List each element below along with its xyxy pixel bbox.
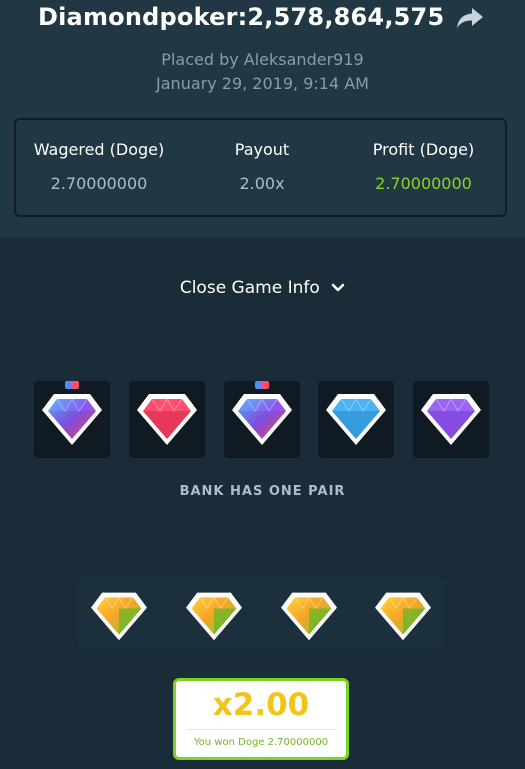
payout-multiplier: x2.00 [212, 687, 310, 723]
blue-purple-red-gem-icon [232, 394, 292, 445]
win-message: You won Doge 2.70000000 [193, 737, 329, 748]
stat-profit: Profit (Doge) 2.70000000 [342, 120, 505, 215]
stat-label: Wagered (Doge) [33, 140, 165, 159]
yellow-green-gem-icon [89, 588, 149, 648]
stat-payout: Payout 2.00x [182, 120, 342, 215]
bank-card [413, 381, 489, 458]
divider [186, 729, 336, 730]
yellow-green-gem-icon [279, 588, 339, 648]
stat-value: 2.00x [239, 174, 285, 193]
close-game-info-label: Close Game Info [179, 278, 320, 298]
yellow-green-gem-icon [184, 588, 244, 648]
bet-date: January 29, 2019, 9:14 AM [156, 74, 369, 93]
pair-marker [65, 381, 79, 389]
bank-card [129, 381, 205, 458]
bet-stats-box: Wagered (Doge) 2.70000000 Payout 2.00x P… [14, 118, 507, 217]
game-title: Diamondpoker:2,578,864,575 [38, 3, 445, 31]
close-game-info-button[interactable]: Close Game Info [0, 278, 525, 298]
bank-result-text: BANK HAS ONE PAIR [179, 484, 346, 499]
blue-gem-icon [326, 394, 386, 445]
share-icon[interactable] [455, 5, 485, 31]
chevron-down-icon [331, 278, 345, 298]
bank-card [34, 381, 110, 458]
bet-details-panel: Diamondpoker:2,578,864,575 Placed by Ale… [0, 0, 525, 238]
win-result-card: x2.00 You won Doge 2.70000000 [173, 678, 349, 760]
pair-marker [255, 381, 269, 389]
stat-value: 2.70000000 [375, 174, 472, 193]
blue-purple-red-gem-icon [42, 394, 102, 445]
red-gem-icon [137, 394, 197, 445]
stat-label: Payout [234, 140, 290, 159]
bank-card [318, 381, 394, 458]
stat-label: Profit (Doge) [372, 140, 475, 159]
stat-wagered: Wagered (Doge) 2.70000000 [16, 120, 182, 215]
purple-gem-icon [421, 394, 481, 445]
yellow-green-gem-icon [373, 588, 433, 648]
placed-by: Placed by Aleksander919 [161, 50, 364, 69]
stat-value: 2.70000000 [50, 174, 148, 193]
bank-card [224, 381, 300, 458]
